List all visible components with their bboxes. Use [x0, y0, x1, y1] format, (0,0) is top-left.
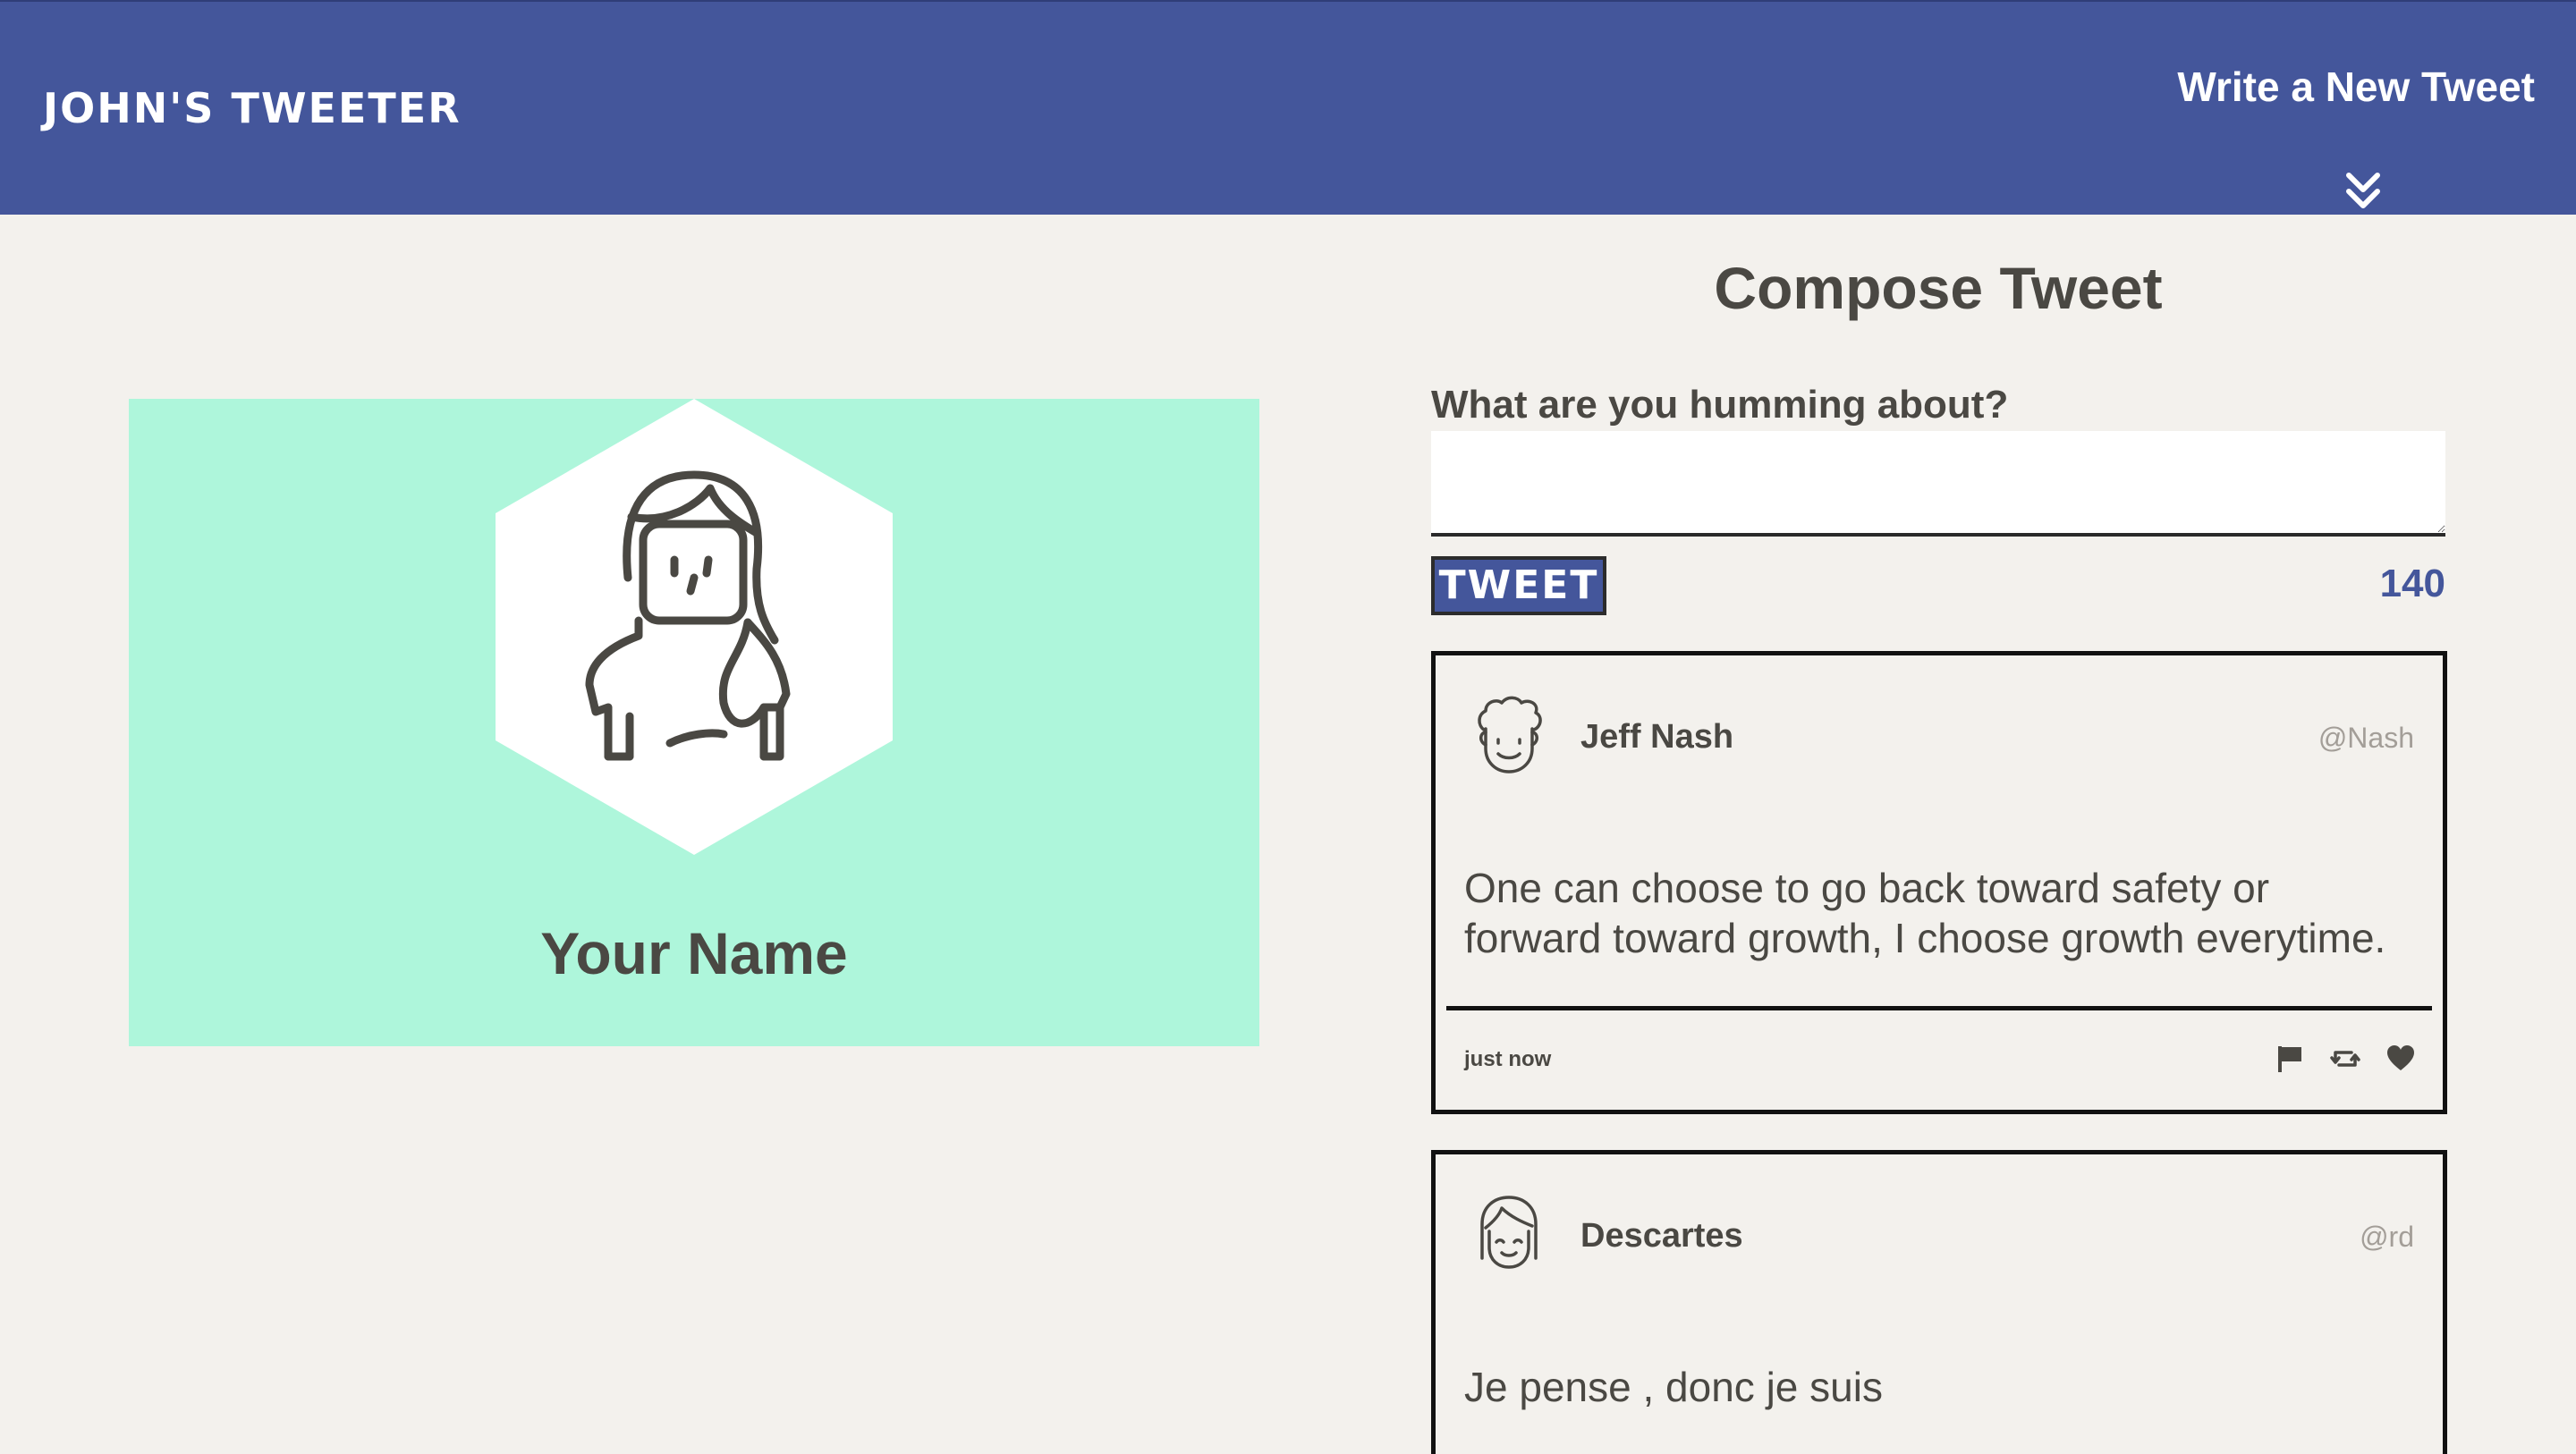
double-chevron-down-icon[interactable] — [2343, 170, 2383, 213]
tweet-author-name: Jeff Nash — [1580, 718, 1734, 756]
flag-icon[interactable] — [2275, 1044, 2305, 1074]
tweet-actions — [2275, 1044, 2416, 1074]
tweet-timestamp: just now — [1464, 1047, 1552, 1071]
profile-card: Your Name — [129, 399, 1259, 1046]
tweet-author-handle: @rd — [2360, 1221, 2414, 1253]
top-nav: JOHN'S TWEETER Write a New Tweet — [0, 0, 2576, 215]
tweet-text: Je pense , donc je suis — [1464, 1364, 1883, 1410]
tweet-divider — [1446, 1006, 2432, 1010]
tweet-author-name: Descartes — [1580, 1217, 1743, 1255]
tweet-input[interactable] — [1431, 431, 2445, 537]
profile-name: Your Name — [540, 920, 848, 986]
woman-avatar-icon — [496, 399, 893, 855]
write-new-tweet-link[interactable]: Write a New Tweet — [2177, 63, 2535, 111]
tweet-card: Descartes @rd Je pense , donc je suis — [1431, 1150, 2447, 1454]
tweet-text: One can choose to go back toward safety … — [1464, 865, 2386, 961]
brand-logo[interactable]: JOHN'S TWEETER — [43, 84, 462, 132]
compose-label: What are you humming about? — [1431, 383, 2009, 427]
tweet-button[interactable]: TWEET — [1431, 556, 1606, 615]
heart-icon[interactable] — [2385, 1044, 2416, 1074]
tweet-author-handle: @Nash — [2318, 722, 2414, 754]
compose-title: Compose Tweet — [1714, 255, 2163, 321]
bob-hair-avatar-icon — [1480, 1196, 1538, 1269]
tweet-card: Jeff Nash @Nash One can choose to go bac… — [1431, 651, 2447, 1114]
retweet-icon[interactable] — [2330, 1044, 2360, 1074]
curly-hair-man-avatar-icon — [1478, 696, 1542, 773]
char-counter: 140 — [2379, 562, 2445, 605]
